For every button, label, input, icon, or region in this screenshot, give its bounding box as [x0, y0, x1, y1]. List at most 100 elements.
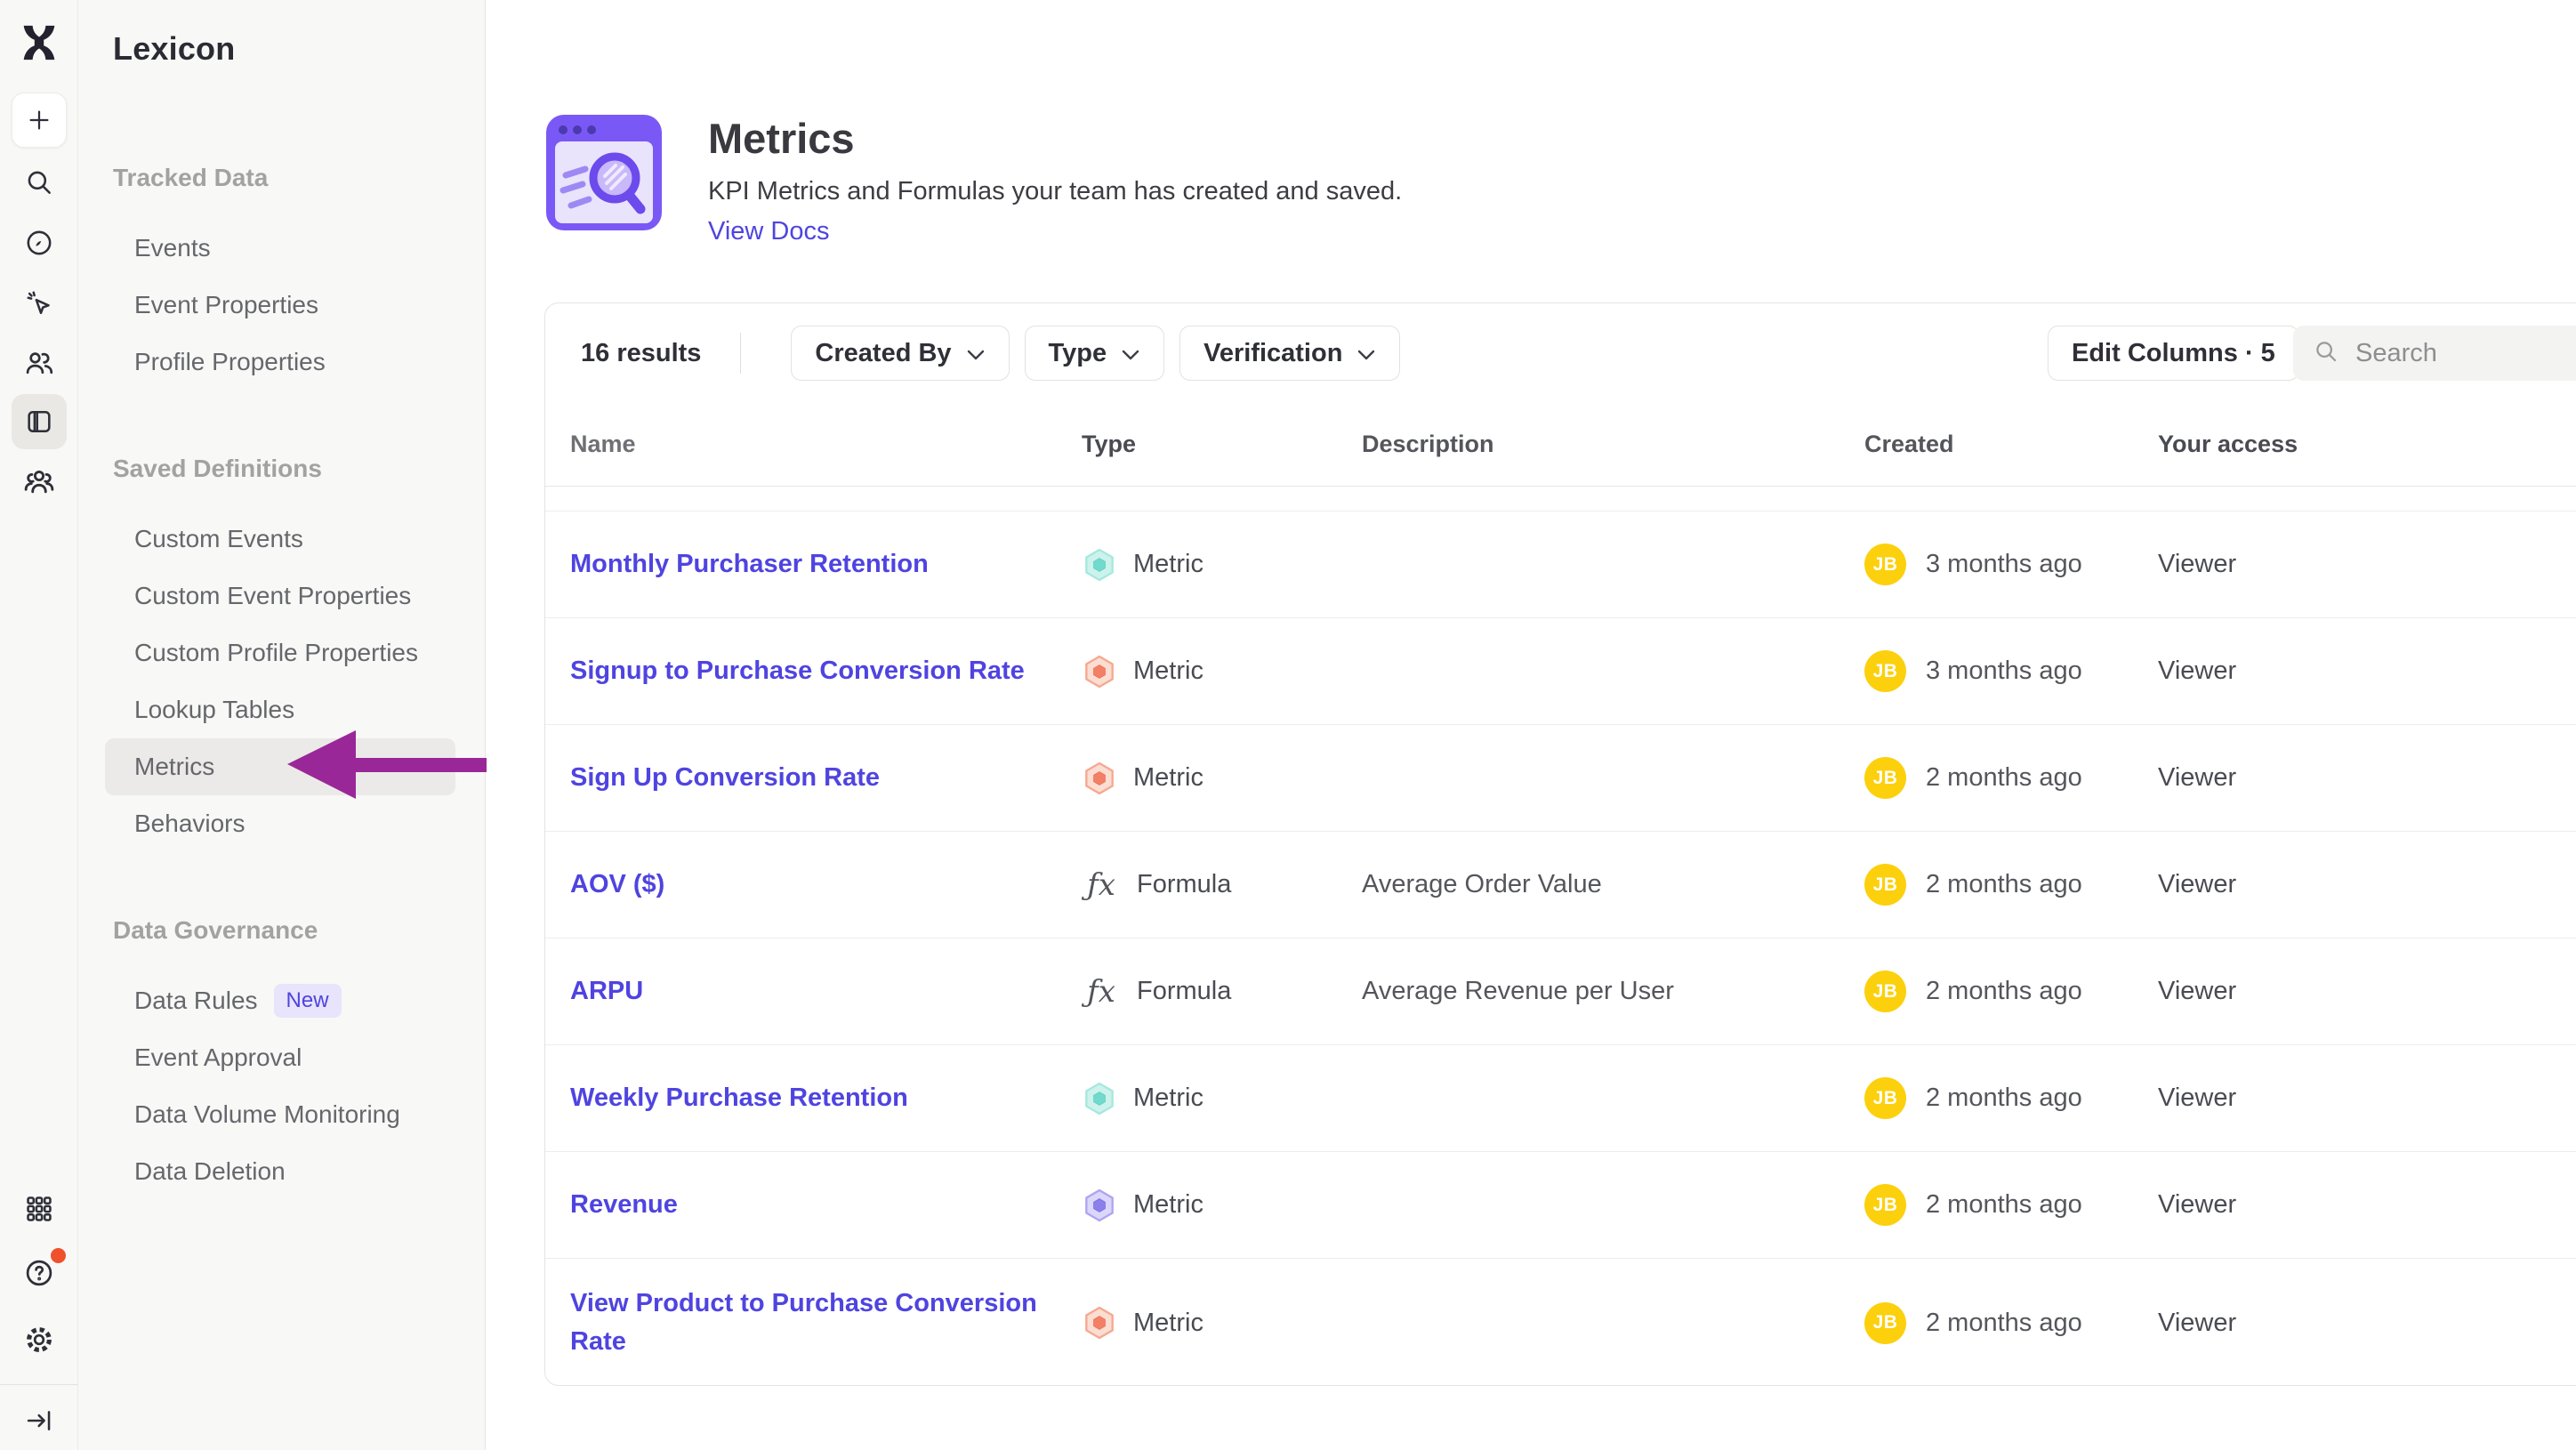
metric-hexagon-icon [1082, 1305, 1117, 1341]
type-cell: Metric [1082, 761, 1362, 796]
column-header-created: Created [1864, 431, 2158, 458]
view-docs-link[interactable]: View Docs [708, 217, 829, 246]
sidebar-item-data-deletion[interactable]: Data Deletion [113, 1143, 471, 1200]
table-header-row: NameTypeDescriptionCreatedYour access [545, 403, 2576, 487]
access-cell: Viewer [2158, 1309, 2576, 1338]
toolbar-divider [740, 333, 741, 374]
icon-rail [0, 0, 78, 1450]
sidebar-item-text: Custom Event Properties [134, 582, 411, 610]
created-time: 2 months ago [1926, 763, 2082, 793]
creator-avatar: JB [1864, 864, 1906, 906]
sidebar-item-data-volume-monitoring[interactable]: Data Volume Monitoring [113, 1086, 471, 1143]
metrics-illustration-icon [544, 113, 664, 232]
chevron-down-icon [1356, 339, 1376, 368]
type-cell: Metric [1082, 1188, 1362, 1223]
created-time: 2 months ago [1926, 1083, 2082, 1113]
type-label: Metric [1133, 1309, 1203, 1338]
sidebar-item-event-properties[interactable]: Event Properties [113, 277, 471, 334]
name-cell: Weekly Purchase Retention [570, 1079, 1082, 1118]
sidebar-item-text: Event Properties [134, 291, 318, 319]
type-label: Metric [1133, 657, 1203, 686]
sidebar-section-label: Data Governance [113, 902, 471, 959]
settings-icon[interactable] [18, 1318, 60, 1361]
metric-name-link[interactable]: Sign Up Conversion Rate [570, 759, 880, 798]
compass-icon[interactable] [18, 222, 60, 264]
search-icon[interactable] [18, 161, 60, 204]
sidebar-item-metrics[interactable]: Metrics [105, 738, 455, 795]
creator-avatar: JB [1864, 971, 1906, 1012]
metric-hexagon-icon [1082, 1188, 1117, 1223]
metric-name-link[interactable]: Revenue [570, 1186, 678, 1225]
sidebar-item-text: Lookup Tables [134, 696, 294, 724]
sidebar-item-behaviors[interactable]: Behaviors [113, 795, 471, 852]
created-cell: JB2 months ago [1864, 1302, 2158, 1344]
access-cell: Viewer [2158, 1190, 2576, 1220]
sign-out-icon[interactable] [18, 1399, 60, 1442]
created-cell: JB2 months ago [1864, 1077, 2158, 1119]
search-input[interactable] [2355, 339, 2576, 368]
type-cell: ƒxFormula [1082, 974, 1362, 1010]
sidebar-item-data-rules[interactable]: Data RulesNew [113, 972, 471, 1029]
sidebar-item-event-approval[interactable]: Event Approval [113, 1029, 471, 1086]
created-time: 2 months ago [1926, 1190, 2082, 1220]
page-header-text: Metrics KPI Metrics and Formulas your te… [708, 113, 1402, 246]
metric-name-link[interactable]: Monthly Purchaser Retention [570, 545, 929, 584]
sidebar-item-lookup-tables[interactable]: Lookup Tables [113, 681, 471, 738]
users-icon[interactable] [18, 342, 60, 384]
created-cell: JB2 months ago [1864, 1184, 2158, 1226]
search-icon [2313, 338, 2339, 369]
filter-type-button[interactable]: Type [1025, 326, 1165, 381]
filter-created-by-button[interactable]: Created By [791, 326, 1009, 381]
chevron-down-icon [1121, 339, 1140, 368]
name-cell: ARPU [570, 972, 1082, 1011]
page-subtitle: KPI Metrics and Formulas your team has c… [708, 177, 1402, 206]
table-row: Weekly Purchase Retention Metric JB2 mont… [545, 1045, 2576, 1152]
sidebar-item-events[interactable]: Events [113, 220, 471, 277]
create-plus-icon[interactable] [12, 93, 67, 148]
table-row: ARPUƒxFormulaAverage Revenue per UserJB2… [545, 938, 2576, 1045]
sidebar-item-text: Data Rules [134, 987, 258, 1015]
filter-verification-button[interactable]: Verification [1179, 326, 1400, 381]
name-cell: Monthly Purchaser Retention [570, 545, 1082, 584]
sidebar-item-text: Event Approval [134, 1043, 302, 1072]
sidebar-item-custom-profile-properties[interactable]: Custom Profile Properties [113, 624, 471, 681]
filter-label: Verification [1203, 339, 1342, 368]
metric-name-link[interactable]: ARPU [570, 972, 643, 1011]
metric-hexagon-icon [1082, 654, 1117, 689]
sidebar-item-text: Behaviors [134, 810, 246, 838]
team-icon[interactable] [18, 461, 60, 503]
table-row: Monthly Purchaser Retention MetricJB3 mo… [545, 512, 2576, 618]
apps-grid-icon[interactable] [18, 1188, 60, 1230]
edit-columns-button[interactable]: Edit Columns · 5 [2048, 326, 2299, 381]
name-cell: Revenue [570, 1186, 1082, 1225]
creator-avatar: JB [1864, 757, 1906, 799]
sidebar-section-tracked-data: Tracked Data Events Event Properties Profil… [113, 149, 471, 391]
cursor-click-icon[interactable] [18, 282, 60, 325]
created-time: 2 months ago [1926, 870, 2082, 899]
sidebar-section-label: Tracked Data [113, 149, 471, 206]
edit-columns-label: Edit Columns · 5 [2072, 339, 2275, 368]
type-label: Formula [1137, 977, 1231, 1006]
lexicon-book-icon[interactable] [12, 394, 67, 449]
type-label: Metric [1133, 763, 1203, 793]
metric-name-link[interactable]: View Product to Purchase Conversion Rate [570, 1285, 1082, 1362]
lexicon-sidebar: Lexicon Tracked DataEventsEvent Properti… [78, 0, 486, 1450]
name-cell: View Product to Purchase Conversion Rate [570, 1285, 1082, 1362]
chevron-down-icon [966, 339, 986, 368]
metric-name-link[interactable]: AOV ($) [570, 866, 664, 905]
sidebar-item-profile-properties[interactable]: Profile Properties [113, 334, 471, 391]
help-icon[interactable] [18, 1252, 60, 1294]
created-time: 3 months ago [1926, 550, 2082, 579]
sidebar-item-custom-event-properties[interactable]: Custom Event Properties [113, 568, 471, 624]
type-label: Metric [1133, 550, 1203, 579]
metric-name-link[interactable]: Signup to Purchase Conversion Rate [570, 652, 1025, 691]
type-cell: Metric [1082, 1081, 1362, 1116]
search-box [2293, 326, 2576, 381]
sidebar-item-text: Events [134, 234, 211, 262]
metric-name-link[interactable]: Weekly Purchase Retention [570, 1079, 908, 1118]
formula-fx-icon: ƒx [1082, 867, 1121, 903]
sidebar-item-custom-events[interactable]: Custom Events [113, 511, 471, 568]
type-label: Formula [1137, 870, 1231, 899]
created-cell: JB 2 months ago [1864, 757, 2158, 799]
mixpanel-logo [16, 20, 62, 66]
